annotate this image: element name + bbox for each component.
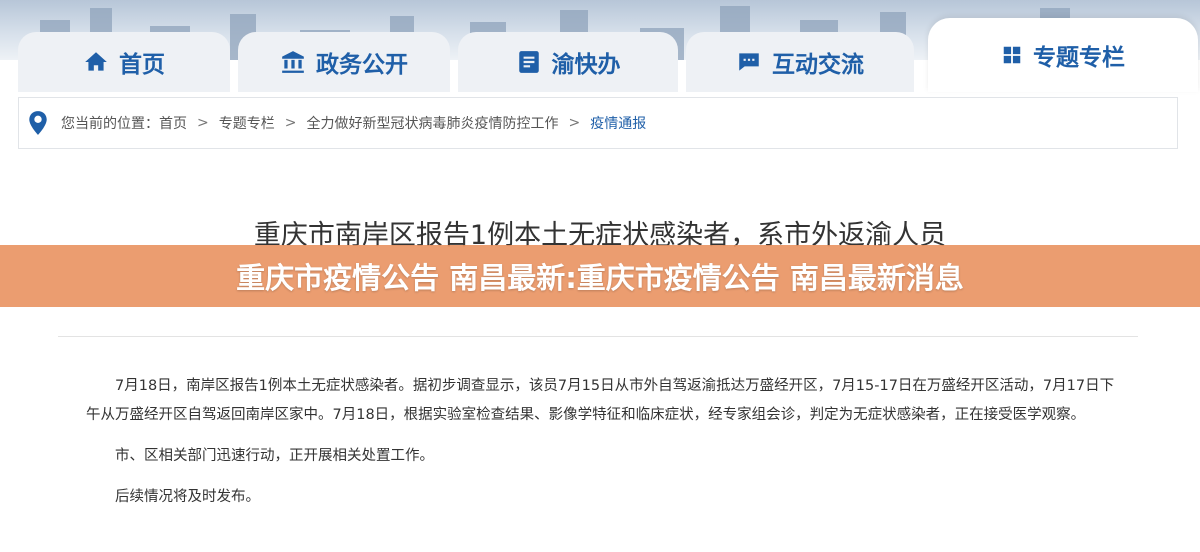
breadcrumb-separator: > bbox=[197, 115, 209, 131]
location-pin-icon bbox=[29, 111, 47, 135]
main-nav: 首页 政务公开 渝快办 互动交流 专题专栏 bbox=[0, 18, 1200, 92]
tab-special-topics[interactable]: 专题专栏 bbox=[928, 18, 1198, 92]
tab-interaction[interactable]: 互动交流 bbox=[686, 32, 914, 92]
divider bbox=[58, 336, 1138, 337]
tab-government-affairs-label: 政务公开 bbox=[316, 52, 408, 78]
tab-yukuaiban-label: 渝快办 bbox=[551, 52, 621, 78]
tab-interaction-label: 互动交流 bbox=[772, 52, 864, 78]
breadcrumb: 您当前的位置： 首页 > 专题专栏 > 全力做好新型冠状病毒肺炎疫情防控工作 >… bbox=[18, 97, 1178, 149]
tab-home-label: 首页 bbox=[119, 52, 165, 78]
breadcrumb-prefix: 您当前的位置： bbox=[61, 116, 159, 132]
breadcrumb-separator: > bbox=[568, 115, 581, 131]
tab-special-topics-label: 专题专栏 bbox=[1033, 45, 1125, 71]
article-paragraph: 后续情况将及时发布。 bbox=[115, 489, 260, 505]
grid-icon bbox=[1003, 46, 1021, 64]
article-body: 7月18日，南岸区报告1例本土无症状感染者。据初步调查显示，该员7月15日从市外… bbox=[86, 372, 1116, 524]
chat-bubble-icon bbox=[739, 53, 759, 71]
tab-yukuaiban[interactable]: 渝快办 bbox=[458, 32, 678, 92]
overlay-banner: 重庆市疫情公告 南昌最新:重庆市疫情公告 南昌最新消息 bbox=[0, 245, 1200, 307]
tab-government-affairs[interactable]: 政务公开 bbox=[238, 32, 450, 92]
breadcrumb-special-topics[interactable]: 专题专栏 bbox=[219, 113, 275, 133]
breadcrumb-epidemic-control[interactable]: 全力做好新型冠状病毒肺炎疫情防控工作 bbox=[306, 113, 558, 133]
tab-home[interactable]: 首页 bbox=[18, 32, 230, 92]
breadcrumb-separator: > bbox=[284, 115, 297, 131]
checklist-icon bbox=[518, 51, 539, 73]
home-icon bbox=[85, 52, 107, 71]
breadcrumb-current[interactable]: 疫情通报 bbox=[590, 113, 646, 133]
breadcrumb-home[interactable]: 首页 bbox=[159, 113, 187, 133]
article-paragraph: 市、区相关部门迅速行动，正开展相关处置工作。 bbox=[115, 448, 434, 464]
government-building-icon bbox=[282, 51, 304, 73]
article-paragraph: 7月18日，南岸区报告1例本土无症状感染者。据初步调查显示，该员7月15日从市外… bbox=[86, 378, 1115, 423]
